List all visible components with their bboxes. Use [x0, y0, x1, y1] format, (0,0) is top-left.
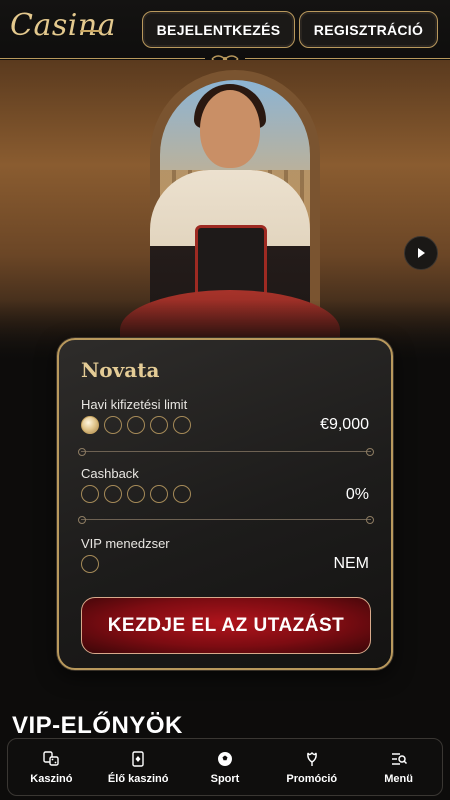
- nav-label: Menü: [384, 772, 413, 785]
- play-arrow-icon: [418, 248, 425, 258]
- nav-item-promotion[interactable]: Promóció: [268, 739, 355, 795]
- vip-manager-value: NEM: [333, 555, 369, 572]
- menu-search-icon: [391, 752, 407, 765]
- level-dot-filled: [81, 416, 99, 434]
- dice-cards-icon: [43, 750, 60, 766]
- payout-limit-value: €9,000: [320, 416, 369, 433]
- nav-label: Sport: [210, 772, 240, 785]
- divider: [78, 516, 374, 524]
- soccer-ball-icon: [217, 751, 232, 766]
- level-dot: [150, 485, 168, 503]
- level-dot: [150, 416, 168, 434]
- divider: [78, 448, 374, 456]
- vip-level-card: Novata Havi kifizetési limit €9,000 Cash…: [57, 338, 393, 670]
- nav-label: Promóció: [286, 772, 338, 785]
- row-label-payout-limit: Havi kifizetési limit: [81, 397, 188, 412]
- cashback-dots: [81, 485, 191, 503]
- row-label-vip-manager: VIP menedzser: [81, 536, 170, 551]
- header-divider-right: [245, 58, 450, 59]
- section-heading: VIP-ELŐNYÖK: [12, 712, 183, 739]
- nav-item-menu[interactable]: Menü: [355, 739, 442, 795]
- hero-figure-head: [200, 90, 260, 168]
- level-dot: [173, 485, 191, 503]
- level-dot: [104, 485, 122, 503]
- nav-item-live-casino[interactable]: Élő kaszinó: [95, 739, 182, 795]
- nav-item-casino[interactable]: Kaszinó: [8, 739, 95, 795]
- bottom-nav: Kaszinó Élő kaszinó Sport Promóció Menü: [7, 738, 443, 796]
- nav-label: Élő kaszinó: [107, 772, 169, 785]
- login-button[interactable]: BEJELENTKEZÉS: [142, 11, 295, 48]
- register-button[interactable]: REGISZTRÁCIÓ: [299, 11, 438, 48]
- level-dot: [173, 416, 191, 434]
- level-dot: [127, 485, 145, 503]
- level-dot: [81, 555, 99, 573]
- casina-logo[interactable]: Casina: [10, 8, 116, 43]
- cashback-value: 0%: [345, 486, 369, 503]
- hero-banner: [0, 60, 450, 360]
- row-label-cashback: Cashback: [81, 466, 139, 481]
- logo-flourish: [80, 30, 102, 32]
- tulip-icon: [306, 751, 317, 766]
- nav-item-sport[interactable]: Sport: [182, 739, 269, 795]
- playing-card-icon: [132, 750, 144, 767]
- header: Casina BEJELENTKEZÉS REGISZTRÁCIÓ: [0, 0, 450, 60]
- carousel-next-button[interactable]: [404, 236, 438, 270]
- level-dot: [104, 416, 122, 434]
- payout-limit-dots: [81, 416, 191, 434]
- nav-label: Kaszinó: [30, 772, 73, 785]
- start-journey-button[interactable]: KEZDJE EL AZ UTAZÁST: [81, 597, 371, 654]
- header-divider-left: [0, 58, 205, 59]
- vip-level-title: Novata: [81, 358, 160, 382]
- level-dot: [81, 485, 99, 503]
- vip-manager-dots: [81, 555, 99, 573]
- level-dot: [127, 416, 145, 434]
